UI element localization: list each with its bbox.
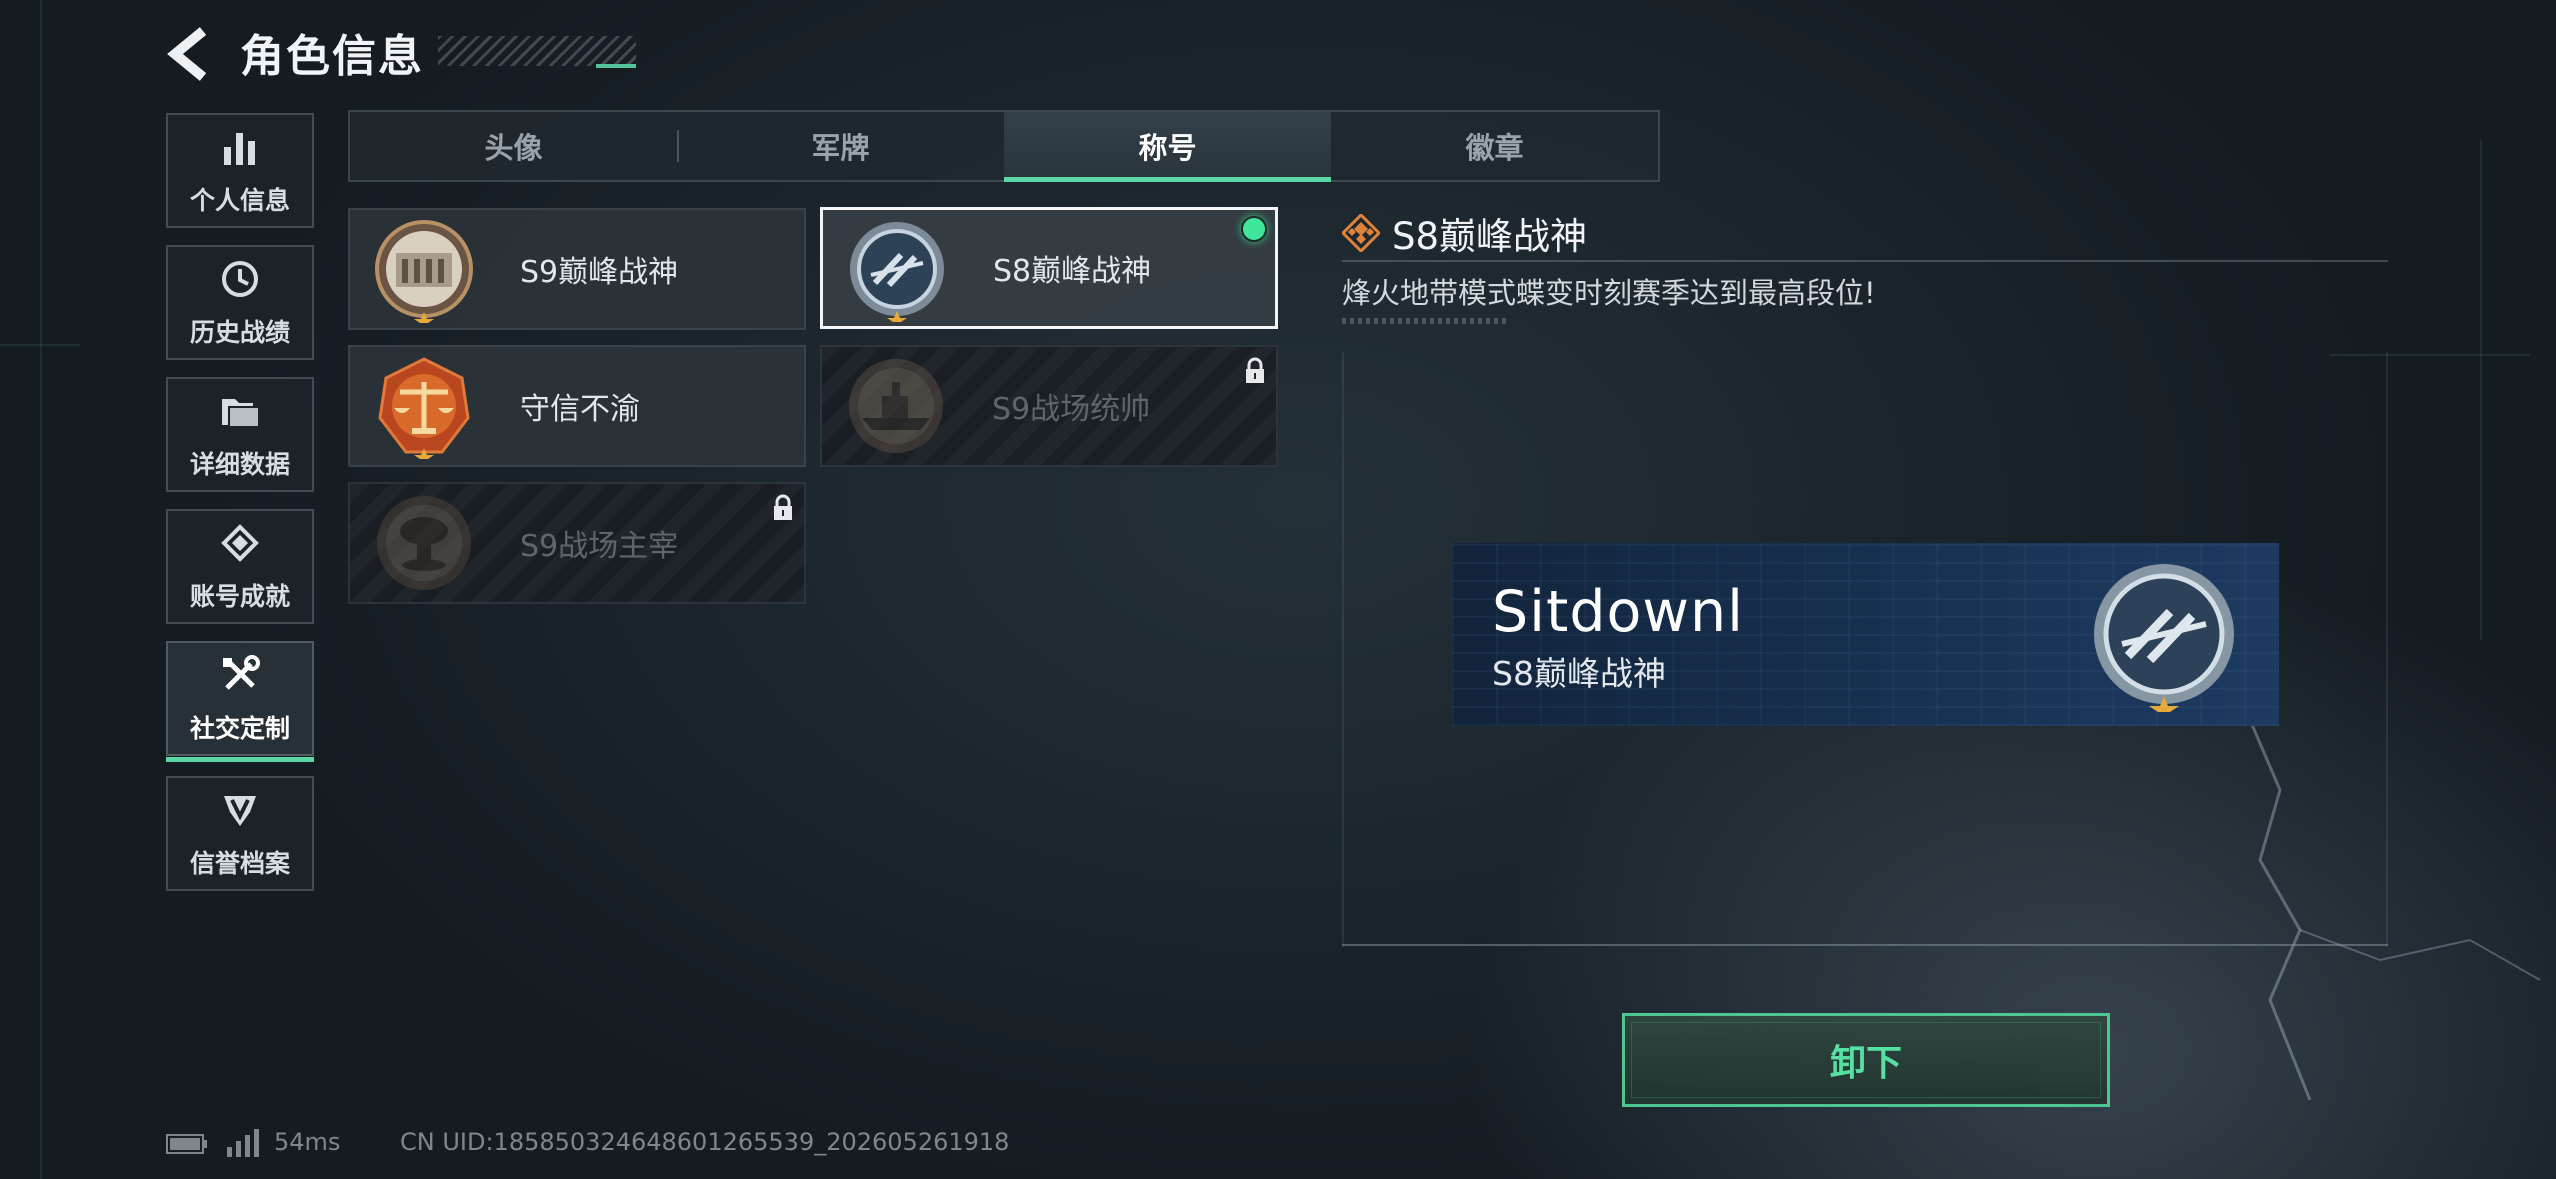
- bar-chart-icon: [218, 125, 262, 169]
- s8-laurel-emblem-icon: [2094, 564, 2234, 712]
- title-card-name: S8巅峰战神: [993, 254, 1152, 289]
- tab-bar: 头像 军牌 称号 徽章: [348, 110, 1660, 182]
- tab-badge[interactable]: 徽章: [1331, 112, 1658, 180]
- sidebar-item-label: 历史战绩: [189, 317, 290, 347]
- detail-title: S8巅峰战神: [1392, 215, 1588, 258]
- nameplate-preview: Sitdownl S8巅峰战神: [1452, 543, 2279, 726]
- tab-avatar[interactable]: 头像: [350, 112, 677, 180]
- back-button[interactable]: [165, 25, 215, 83]
- title-card-s9-dominator[interactable]: S9战场主宰: [348, 482, 806, 604]
- sidebar-item-label: 账号成就: [189, 581, 290, 611]
- diamond-grid-icon: [1342, 214, 1380, 252]
- sidebar-item-reputation[interactable]: 信誉档案: [166, 776, 314, 891]
- tools-icon: [218, 653, 262, 697]
- uid-text: CN UID:18585032464860126553​9_2026052619…: [400, 1128, 1010, 1156]
- sidebar-item-label: 社交定制: [189, 713, 290, 743]
- hud-line: [40, 0, 42, 1179]
- title-card-name: S9战场主宰: [520, 529, 679, 564]
- sidebar-item-achievements[interactable]: 账号成就: [166, 509, 314, 624]
- sidebar-item-social-custom[interactable]: 社交定制: [166, 641, 314, 762]
- sidebar-item-history[interactable]: 历史战绩: [166, 245, 314, 360]
- ping-value: 54ms: [274, 1128, 341, 1156]
- fortress-emblem-icon: [375, 220, 473, 323]
- detail-description: 烽火地带模式蝶变时刻赛季达到最高段位!: [1342, 276, 1876, 310]
- sidebar-item-personal-info[interactable]: 个人信息: [166, 113, 314, 228]
- page-title: 角色信息: [240, 31, 424, 82]
- divider: [1342, 318, 1510, 324]
- tab-title[interactable]: 称号: [1004, 112, 1331, 182]
- s8-laurel-emblem-icon: [850, 222, 944, 322]
- title-card-s8-peak[interactable]: S8巅峰战神: [820, 207, 1278, 329]
- signal-icon: [227, 1129, 259, 1157]
- nameplate-title: S8巅峰战神: [1492, 654, 1666, 693]
- mushroom-cloud-emblem-icon: [377, 496, 471, 590]
- sidebar-item-label: 个人信息: [189, 185, 290, 215]
- history-clock-icon: [218, 257, 262, 301]
- divider: [1342, 944, 2388, 946]
- hud-line: [2480, 140, 2482, 640]
- title-card-name: S9巅峰战神: [520, 255, 679, 290]
- title-card-name: S9战场统帅: [992, 392, 1151, 427]
- title-decoration: [438, 36, 636, 68]
- unequip-button[interactable]: 卸下: [1622, 1013, 2110, 1107]
- back-arrow-icon: [167, 27, 207, 81]
- hud-line: [0, 344, 80, 346]
- reputation-icon: [218, 788, 262, 832]
- battery-icon: [166, 1134, 207, 1154]
- scales-emblem-icon: [378, 357, 470, 459]
- tab-dog-tag[interactable]: 军牌: [677, 112, 1004, 180]
- lock-icon: [1246, 357, 1264, 383]
- title-card-s9-peak[interactable]: S9巅峰战神: [348, 208, 806, 330]
- equipped-indicator: [1241, 216, 1267, 242]
- divider: [1342, 260, 2388, 262]
- title-card-name: 守信不渝: [520, 392, 640, 427]
- title-card-s9-commander[interactable]: S9战场统帅: [820, 345, 1278, 467]
- achievement-icon: [218, 521, 262, 565]
- sidebar-item-label: 详细数据: [189, 449, 290, 479]
- warship-emblem-icon: [849, 359, 943, 453]
- sidebar-item-detailed-data[interactable]: 详细数据: [166, 377, 314, 492]
- title-card-loyal[interactable]: 守信不渝: [348, 345, 806, 467]
- sidebar-item-label: 信誉档案: [189, 848, 290, 878]
- player-name: Sitdownl: [1492, 579, 1745, 645]
- lock-icon: [774, 494, 792, 520]
- folder-icon: [218, 389, 262, 433]
